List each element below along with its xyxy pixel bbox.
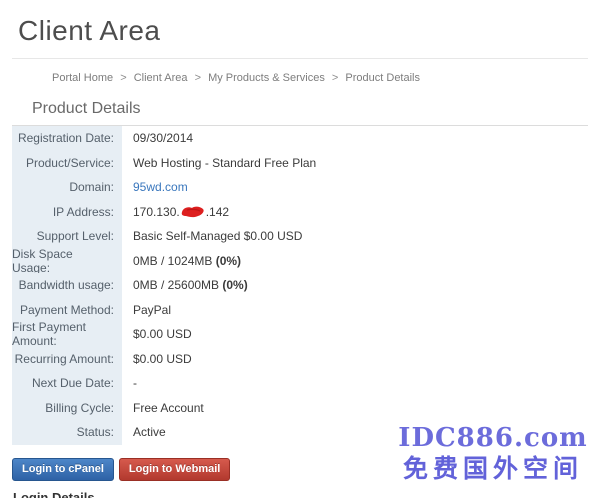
row-label: Support Level: bbox=[12, 224, 122, 249]
breadcrumb-portal-home[interactable]: Portal Home bbox=[52, 72, 113, 84]
row-label: Registration Date: bbox=[12, 126, 122, 151]
breadcrumb-my-products[interactable]: My Products & Services bbox=[208, 72, 325, 84]
usage-percent: (0%) bbox=[222, 278, 247, 292]
row-label: Payment Method: bbox=[12, 298, 122, 323]
table-row-product-service: Product/Service: Web Hosting - Standard … bbox=[12, 151, 588, 176]
usage-percent: (0%) bbox=[216, 254, 241, 268]
row-value: PayPal bbox=[122, 298, 171, 323]
client-area-page: Client Area Portal Home > Client Area > … bbox=[0, 0, 600, 498]
action-buttons: Login to cPanel Login to Webmail bbox=[12, 458, 600, 481]
page-title: Client Area bbox=[0, 0, 600, 48]
breadcrumb-product-details: Product Details bbox=[345, 72, 420, 84]
row-value: 09/30/2014 bbox=[122, 126, 193, 151]
row-value: - bbox=[122, 371, 137, 396]
table-row-disk-space-usage: Disk Space Usage: 0MB / 1024MB (0%) bbox=[12, 249, 588, 274]
breadcrumb-separator: > bbox=[195, 72, 201, 84]
row-label: Next Due Date: bbox=[12, 371, 122, 396]
usage-amount: 0MB / 1024MB bbox=[133, 254, 216, 268]
table-row-recurring-amount: Recurring Amount: $0.00 USD bbox=[12, 347, 588, 372]
login-to-cpanel-button[interactable]: Login to cPanel bbox=[12, 458, 114, 481]
header-divider bbox=[12, 58, 588, 59]
row-label: Billing Cycle: bbox=[12, 396, 122, 421]
section-title-login-details: Login Details bbox=[13, 490, 600, 498]
table-row-first-payment-amount: First Payment Amount: $0.00 USD bbox=[12, 322, 588, 347]
row-value: Basic Self-Managed $0.00 USD bbox=[122, 224, 302, 249]
breadcrumb-client-area[interactable]: Client Area bbox=[134, 72, 188, 84]
ip-suffix: .142 bbox=[206, 205, 229, 219]
domain-link[interactable]: 95wd.com bbox=[133, 180, 188, 194]
table-row-support-level: Support Level: Basic Self-Managed $0.00 … bbox=[12, 224, 588, 249]
ip-prefix: 170.130. bbox=[133, 205, 180, 219]
table-row-registration-date: Registration Date: 09/30/2014 bbox=[12, 126, 588, 151]
breadcrumb-separator: > bbox=[120, 72, 126, 84]
table-row-payment-method: Payment Method: PayPal bbox=[12, 298, 588, 323]
usage-amount: 0MB / 25600MB bbox=[133, 278, 222, 292]
row-label: Domain: bbox=[12, 175, 122, 200]
table-row-billing-cycle: Billing Cycle: Free Account bbox=[12, 396, 588, 421]
status-value: Active bbox=[122, 420, 166, 445]
table-row-next-due-date: Next Due Date: - bbox=[12, 371, 588, 396]
table-row-ip-address: IP Address: 170.130. .142 bbox=[12, 200, 588, 225]
table-row-bandwidth-usage: Bandwidth usage: 0MB / 25600MB (0%) bbox=[12, 273, 588, 298]
row-value: 0MB / 25600MB (0%) bbox=[122, 273, 248, 298]
row-label: Status: bbox=[12, 420, 122, 445]
breadcrumb: Portal Home > Client Area > My Products … bbox=[52, 72, 588, 84]
table-row-status: Status: Active bbox=[12, 420, 588, 445]
row-value: Web Hosting - Standard Free Plan bbox=[122, 151, 316, 176]
row-label: Disk Space Usage: bbox=[12, 249, 122, 274]
row-label: Product/Service: bbox=[12, 151, 122, 176]
row-value: $0.00 USD bbox=[122, 322, 192, 347]
section-title-product-details: Product Details bbox=[12, 100, 588, 126]
product-details-table: Registration Date: 09/30/2014 Product/Se… bbox=[12, 126, 588, 445]
redaction-scribble-icon bbox=[181, 205, 205, 218]
breadcrumb-separator: > bbox=[332, 72, 338, 84]
row-label: IP Address: bbox=[12, 200, 122, 225]
row-value: 95wd.com bbox=[122, 175, 188, 200]
row-value: 0MB / 1024MB (0%) bbox=[122, 249, 241, 274]
row-label: Recurring Amount: bbox=[12, 347, 122, 372]
row-value: 170.130. .142 bbox=[122, 200, 229, 225]
row-value: Free Account bbox=[122, 396, 204, 421]
login-to-webmail-button[interactable]: Login to Webmail bbox=[119, 458, 230, 481]
row-label: Bandwidth usage: bbox=[12, 273, 122, 298]
table-row-domain: Domain: 95wd.com bbox=[12, 175, 588, 200]
row-value: $0.00 USD bbox=[122, 347, 192, 372]
row-label: First Payment Amount: bbox=[12, 322, 122, 347]
